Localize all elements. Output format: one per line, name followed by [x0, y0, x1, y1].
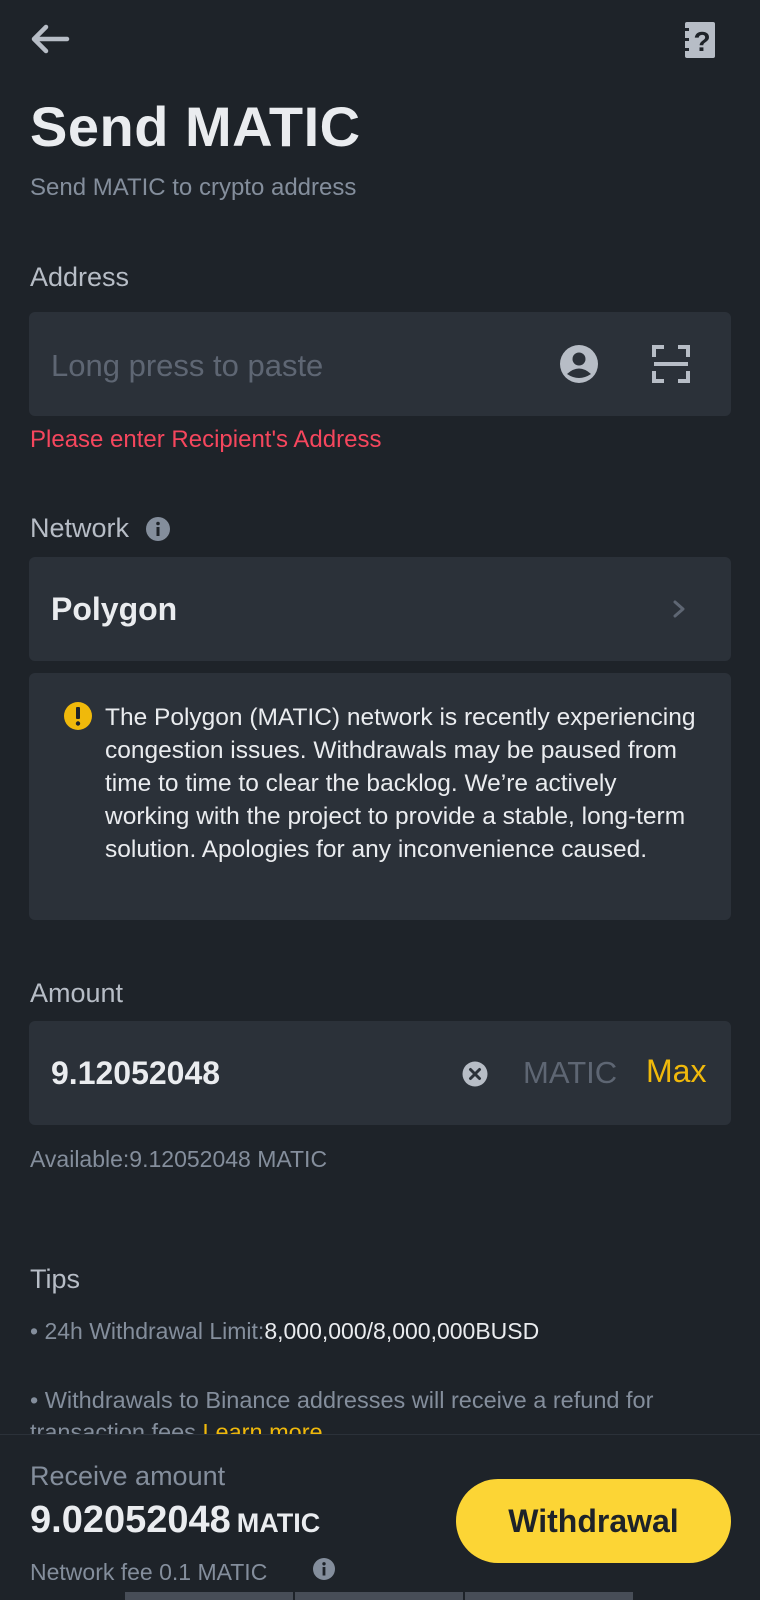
bottom-bar: Receive amount 9.02052048 MATIC Network f… [0, 1434, 760, 1600]
amount-input[interactable]: 9.12052048 [51, 1055, 220, 1092]
svg-text:?: ? [693, 26, 710, 57]
tip-withdrawal-limit: • 24h Withdrawal Limit:8,000,000/8,000,0… [30, 1318, 539, 1345]
info-icon[interactable] [145, 516, 171, 542]
receive-amount-unit: MATIC [236, 1508, 321, 1538]
notice-text: The Polygon (MATIC) network is recently … [105, 704, 696, 863]
network-notice: The Polygon (MATIC) network is recently … [29, 673, 731, 920]
arrow-left-icon [31, 24, 70, 54]
withdrawal-button[interactable]: Withdrawal [456, 1479, 731, 1563]
network-label: Network [30, 513, 130, 543]
network-label-row: Network [30, 513, 171, 544]
amount-label: Amount [30, 978, 124, 1008]
max-button[interactable]: Max [646, 1053, 706, 1090]
page-title: Send MATIC [30, 95, 361, 158]
amount-unit: MATIC [523, 1055, 618, 1090]
available-balance: Available:9.12052048 MATIC [30, 1146, 328, 1172]
page-subtitle: Send MATIC to crypto address [30, 174, 357, 201]
nav-indicator-1 [125, 1592, 293, 1600]
help-button[interactable]: ? [672, 12, 728, 68]
clear-circle-icon[interactable] [462, 1061, 488, 1087]
address-input[interactable]: Long press to paste [51, 348, 323, 384]
receive-amount-value: 9.02052048 [30, 1499, 231, 1541]
network-fee: Network fee 0.1 MATIC [30, 1559, 268, 1585]
address-field[interactable]: Long press to paste [29, 312, 731, 416]
receive-amount-label: Receive amount [30, 1461, 226, 1491]
nav-indicator-3 [465, 1592, 633, 1600]
network-selector[interactable]: Polygon [29, 557, 731, 661]
address-label: Address [30, 262, 130, 292]
qr-scan-icon[interactable] [652, 345, 690, 383]
help-document-icon: ? [683, 22, 715, 58]
tip-limit-label: • 24h Withdrawal Limit: [30, 1318, 265, 1344]
fee-info-icon[interactable] [312, 1557, 336, 1581]
back-button[interactable] [22, 14, 78, 64]
nav-indicator-2 [295, 1592, 463, 1600]
tips-title: Tips [30, 1264, 81, 1294]
network-value: Polygon [51, 591, 178, 627]
receive-amount: 9.02052048 MATIC [30, 1499, 320, 1542]
address-error: Please enter Recipient's Address [30, 426, 382, 453]
warning-icon [64, 702, 92, 730]
chevron-right-icon [673, 600, 685, 618]
address-book-icon[interactable] [559, 344, 599, 384]
tip-limit-value: 8,000,000/8,000,000BUSD [264, 1318, 540, 1344]
amount-field[interactable]: 9.12052048 MATIC Max [29, 1021, 731, 1125]
